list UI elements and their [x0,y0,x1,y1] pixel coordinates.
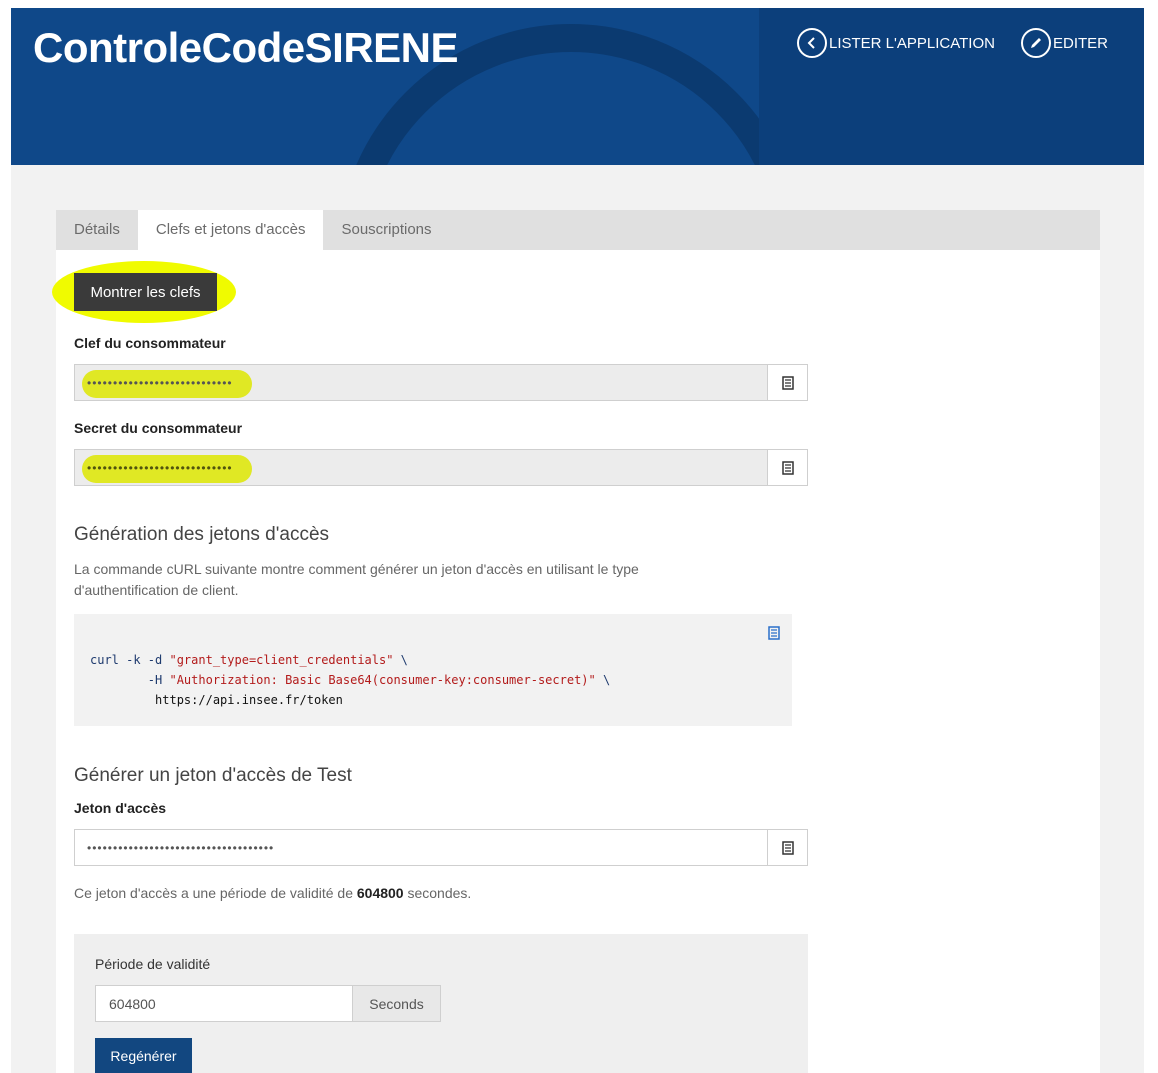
pencil-icon [1021,28,1051,58]
chevron-left-icon [797,28,827,58]
tab-subscriptions[interactable]: Souscriptions [323,210,449,250]
code-text: \ [393,653,408,667]
app-header: ControleCodeSIRENE LISTER L'APPLICATION … [11,8,1144,165]
period-unit: Seconds [353,985,441,1022]
app-title: ControleCodeSIRENE [33,24,459,71]
curl-code: curl -k -d "grant_type=client_credential… [90,650,610,710]
token-label: Jeton d'accès [74,800,167,816]
tab-bar: Détails Clefs et jetons d'accès Souscrip… [56,210,1100,250]
period-input[interactable]: 604800 [95,985,353,1022]
code-text: \ [595,673,611,687]
token-value: •••••••••••••••••••••••••••••••••••• [87,840,275,855]
token-field: •••••••••••••••••••••••••••••••••••• [74,829,808,866]
code-text: -H [90,673,170,687]
code-string: "Authorization: Basic Base64(consumer-ke… [169,673,596,687]
consumer-secret-label: Secret du consommateur [74,420,243,436]
regenerate-button[interactable]: Regénérer [95,1038,192,1073]
code-url: https://api.insee.fr/token [90,693,343,707]
tab-keys-tokens[interactable]: Clefs et jetons d'accès [137,210,324,250]
generation-title: Génération des jetons d'accès [74,524,330,545]
consumer-key-label: Clef du consommateur [74,335,226,351]
list-application-label: LISTER L'APPLICATION [829,34,995,52]
token-value-box[interactable]: •••••••••••••••••••••••••••••••••••• [75,830,767,865]
copy-token-button[interactable] [767,830,807,865]
generation-description: La commande cURL suivante montre comment… [74,561,639,598]
validity-suffix: secondes. [403,885,472,901]
clipboard-icon [781,375,794,390]
code-string: "grant_type=client_credentials" [169,653,394,667]
copy-consumer-secret-button[interactable] [767,450,807,485]
highlight-mark [82,455,252,483]
period-label: Période de validité [95,956,211,972]
show-keys-button[interactable]: Montrer les clefs [74,273,217,311]
tab-details[interactable]: Détails [56,210,138,250]
clipboard-icon [781,460,794,475]
validity-value: 604800 [356,885,404,901]
curl-code-block: curl -k -d "grant_type=client_credential… [74,614,792,726]
validity-prefix: Ce jeton d'accès a une période de validi… [74,885,357,901]
validity-text: Ce jeton d'accès a une période de validi… [74,883,714,904]
test-token-title: Générer un jeton d'accès de Test [74,765,352,786]
copy-consumer-key-button[interactable] [767,365,807,400]
code-text: curl -k -d [90,653,170,667]
list-application-button[interactable]: LISTER L'APPLICATION [797,28,995,58]
clipboard-icon[interactable] [768,626,780,640]
clipboard-icon [781,840,794,855]
validity-panel: Période de validité 604800 Seconds Regén… [74,934,808,1073]
edit-label: EDITER [1053,34,1109,52]
edit-button[interactable]: EDITER [1021,28,1108,58]
consumer-key-value: •••••••••••••••••••••••••••• [87,375,233,390]
